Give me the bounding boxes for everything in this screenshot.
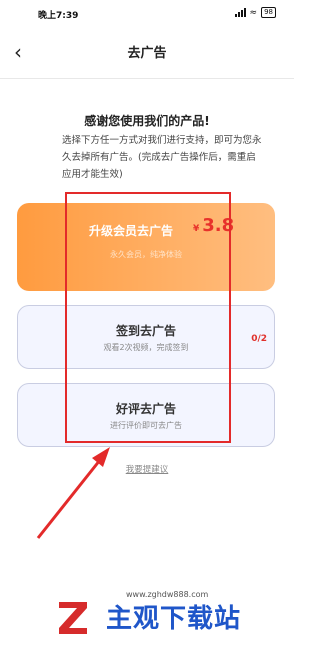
watermark-site-name: 主观下载站 bbox=[106, 604, 242, 634]
annotation-arrow-icon bbox=[36, 447, 110, 539]
watermark-url: www.zghdw888.com bbox=[126, 590, 209, 599]
site-logo-icon bbox=[59, 602, 87, 634]
